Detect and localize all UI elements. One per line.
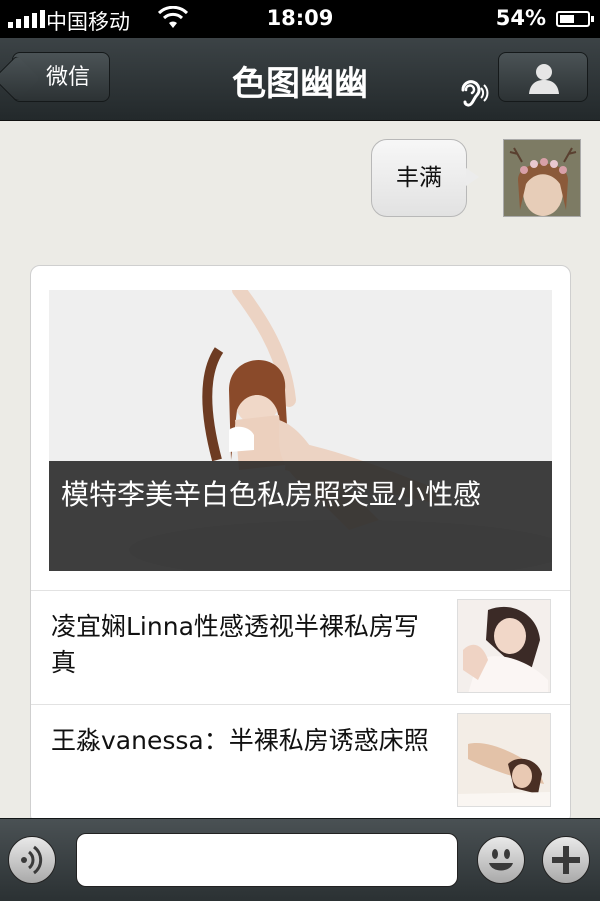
news-list-item[interactable]: 王淼vanessa：半裸私房诱惑床照: [31, 704, 570, 818]
plus-icon: [552, 846, 580, 874]
emoji-icon: [489, 849, 513, 871]
cover-title: 模特李美辛白色私房照突显小性感: [49, 461, 552, 571]
page-title: 色图幽幽: [232, 64, 368, 104]
sent-message-bubble[interactable]: 丰满: [371, 139, 479, 217]
self-avatar[interactable]: [503, 139, 581, 217]
input-bar: [0, 818, 600, 901]
news-card[interactable]: 模特李美辛白色私房照突显小性感 凌宜娴Linna性感透视半裸私房写真 王淼van…: [30, 265, 571, 818]
voice-icon: [21, 845, 43, 875]
emoji-button[interactable]: [477, 836, 525, 884]
news-item-title: 凌宜娴Linna性感透视半裸私房写真: [51, 612, 419, 677]
contact-icon: [529, 64, 559, 94]
status-bar: 中国移动 18:09 54%: [0, 0, 600, 38]
news-list-item[interactable]: 凌宜娴Linna性感透视半裸私房写真: [31, 590, 570, 704]
battery-percent: 54%: [495, 6, 546, 30]
more-button[interactable]: [542, 836, 590, 884]
message-input[interactable]: [76, 833, 458, 887]
news-item-title: 王淼vanessa：半裸私房诱惑床照: [51, 726, 429, 755]
battery-icon: [556, 11, 594, 27]
ear-icon[interactable]: [455, 76, 489, 110]
news-item-thumbnail: [457, 713, 551, 807]
news-item-thumbnail: [457, 599, 551, 693]
back-button-label: 微信: [45, 65, 90, 90]
contact-info-button[interactable]: [498, 52, 588, 102]
cover-article[interactable]: 模特李美辛白色私房照突显小性感: [49, 290, 552, 571]
chat-area[interactable]: 丰满 模特李美辛白色私房照突显小性感 凌宜娴Linna性感透视半裸私房写真 王淼…: [0, 121, 600, 818]
nav-bar: 微信 色图幽幽: [0, 38, 600, 121]
back-button[interactable]: 微信: [12, 52, 110, 102]
voice-mode-button[interactable]: [8, 836, 56, 884]
